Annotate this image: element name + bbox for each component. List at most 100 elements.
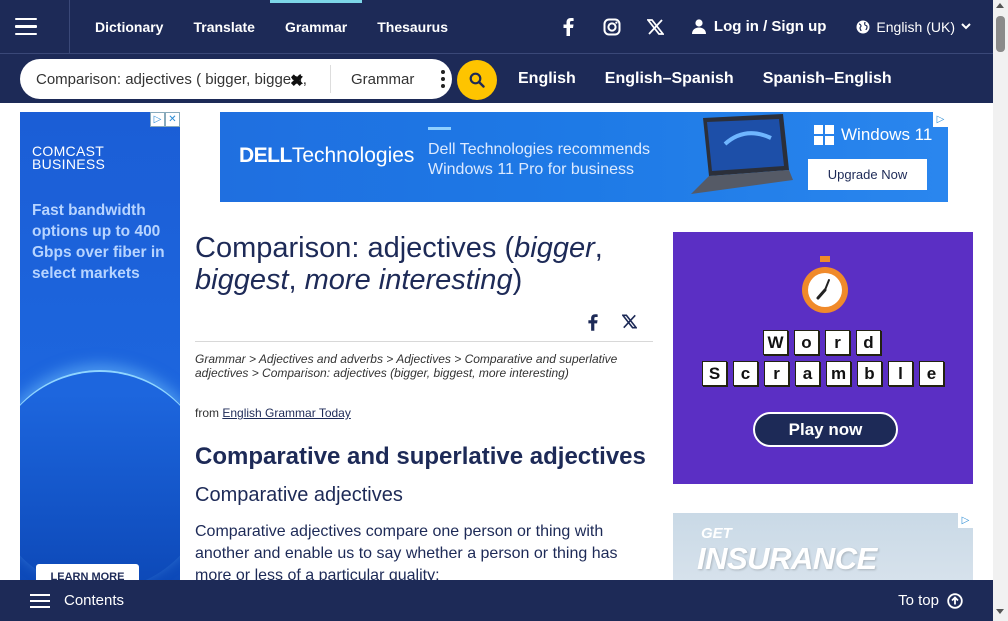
title-example-2: biggest — [195, 264, 289, 296]
scrollbar[interactable] — [993, 0, 1008, 621]
letter-tile: b — [857, 361, 882, 386]
dict-link-spanish-english[interactable]: Spanish–English — [763, 70, 892, 88]
search-button[interactable] — [457, 60, 497, 100]
share-bar — [195, 312, 653, 342]
dictionary-links: English English–Spanish Spanish–English — [518, 54, 892, 104]
nav-link-grammar[interactable]: Grammar — [269, 0, 363, 53]
letter-tile: o — [794, 330, 819, 355]
dict-link-english-spanish[interactable]: English–Spanish — [605, 70, 734, 88]
letter-tile: W — [763, 330, 788, 355]
title-example-1: bigger — [514, 232, 595, 264]
adchoices-icon[interactable]: ▷ — [958, 513, 973, 528]
windows-icon — [814, 125, 834, 145]
dict-link-english[interactable]: English — [518, 70, 576, 88]
dell-logo-bold: DELL — [239, 144, 292, 167]
title-sep-2: , — [288, 264, 305, 296]
contents-label: Contents — [64, 592, 125, 609]
windows11-logo: Windows 11 — [814, 125, 932, 145]
comcast-logo-line2: BUSINESS — [32, 156, 106, 172]
language-label: English (UK) — [876, 18, 955, 35]
insurance-ad-line2: INSURANCE — [697, 541, 877, 576]
stopwatch-icon — [802, 256, 848, 313]
windows11-label: Windows 11 — [841, 125, 933, 144]
banner-copy-line1: Dell Technologies recommends — [428, 141, 651, 158]
dictionary-select[interactable]: Grammar — [351, 59, 414, 99]
to-top-button[interactable]: To top — [898, 592, 963, 609]
breadcrumb[interactable]: Grammar > Adjectives and adverbs > Adjec… — [195, 352, 653, 380]
to-top-label: To top — [898, 592, 939, 609]
source-link[interactable]: English Grammar Today — [222, 406, 351, 420]
chevron-down-icon — [961, 23, 971, 30]
section-heading: Comparative and superlative adjectives — [195, 443, 646, 470]
title-example-3: more interesting — [304, 264, 513, 296]
adchoices-icon[interactable]: ▷ — [933, 112, 948, 127]
letter-tile: r — [764, 361, 789, 386]
title-prefix: Comparison: adjectives ( — [195, 232, 515, 264]
dell-logo-rest: Technologies — [291, 144, 415, 167]
language-selector[interactable]: English (UK) — [856, 19, 971, 35]
laptop-image — [691, 114, 793, 194]
letter-tile: e — [919, 361, 944, 386]
title-suffix: ) — [512, 264, 523, 296]
article: Comparison: adjectives (bigger, biggest,… — [195, 232, 653, 584]
scroll-down-arrow-icon[interactable] — [996, 609, 1004, 614]
letter-tile: l — [888, 361, 913, 386]
word-scramble-ad[interactable]: W o r d S c r a m b l e Play now — [673, 232, 973, 484]
scroll-up-arrow-icon[interactable] — [996, 3, 1004, 8]
instagram-icon[interactable] — [590, 0, 634, 53]
nav-link-dictionary[interactable]: Dictionary — [80, 0, 178, 53]
letter-tile: m — [826, 361, 851, 386]
adchoices-icon[interactable]: ▷ ✕ — [150, 112, 180, 127]
search-bar-row: Comparison: adjectives ( bigger, biggest… — [0, 53, 993, 103]
search-divider — [330, 65, 331, 93]
search-box: Comparison: adjectives ( bigger, biggest… — [20, 59, 452, 99]
share-facebook-icon[interactable] — [587, 314, 598, 336]
play-now-button[interactable]: Play now — [753, 412, 898, 447]
dell-banner-ad[interactable]: DELLTechnologies Dell Technologies recom… — [220, 112, 948, 202]
word-tiles: W o r d — [763, 330, 881, 355]
contents-button[interactable]: Contents — [30, 592, 124, 609]
nav-link-translate[interactable]: Translate — [178, 0, 269, 53]
login-label: Log in / Sign up — [713, 18, 827, 35]
scroll-thumb[interactable] — [996, 16, 1005, 52]
bottom-bar: Contents To top — [0, 580, 993, 621]
menu-icon[interactable] — [0, 0, 70, 53]
banner-copy-line2: Windows 11 Pro for business — [428, 161, 635, 178]
share-x-icon[interactable] — [621, 314, 638, 334]
nav-links: Dictionary Translate Grammar Thesaurus — [80, 0, 463, 53]
upgrade-now-button[interactable]: Upgrade Now — [808, 159, 927, 190]
title-sep-1: , — [594, 232, 603, 264]
clear-search-icon[interactable]: ✖ — [290, 71, 303, 91]
login-link[interactable]: Log in / Sign up — [691, 18, 827, 35]
page-title: Comparison: adjectives (bigger, biggest,… — [195, 232, 653, 296]
comcast-ad[interactable]: ▷ ✕ COMCAST BUSINESS Fast bandwidth optio… — [20, 112, 180, 582]
arrow-up-circle-icon — [947, 592, 963, 609]
x-icon[interactable] — [634, 0, 678, 53]
source-label: from — [195, 406, 219, 420]
scramble-tiles: S c r a m b l e — [702, 361, 944, 386]
nav-right: Log in / Sign up English (UK) — [546, 0, 993, 53]
facebook-icon[interactable] — [546, 0, 590, 53]
insurance-ad-line1: GET — [701, 525, 732, 542]
letter-tile: d — [856, 330, 881, 355]
letter-tile: c — [733, 361, 758, 386]
dell-logo: DELLTechnologies — [239, 144, 414, 168]
banner-copy: Dell Technologies recommends Windows 11 … — [428, 140, 650, 180]
banner-accent-bar — [428, 127, 451, 130]
letter-tile: S — [702, 361, 727, 386]
comcast-logo: COMCAST BUSINESS — [32, 144, 106, 172]
more-options-icon[interactable] — [441, 70, 445, 88]
source-line: from English Grammar Today — [195, 406, 351, 420]
top-navigation: Dictionary Translate Grammar Thesaurus L… — [0, 0, 993, 53]
nav-link-thesaurus[interactable]: Thesaurus — [362, 0, 463, 53]
contents-menu-icon — [30, 593, 50, 608]
comcast-ad-copy: Fast bandwidth options up to 400 Gbps ov… — [32, 202, 165, 282]
search-input[interactable]: Comparison: adjectives ( bigger, biggest… — [36, 59, 312, 99]
ad-arc-decoration — [20, 370, 180, 582]
globe-icon — [856, 20, 870, 33]
user-icon — [691, 19, 706, 34]
article-paragraph: Comparative adjectives compare one perso… — [195, 523, 618, 584]
letter-tile: r — [825, 330, 850, 355]
subsection-heading: Comparative adjectives — [195, 484, 403, 506]
insurance-ad[interactable]: GET INSURANCE ▷ — [673, 513, 973, 583]
